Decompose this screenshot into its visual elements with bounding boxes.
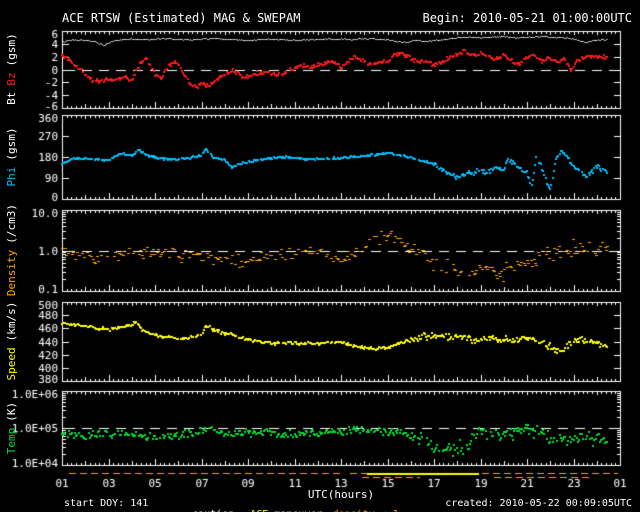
y-axis-label-temp: Temp (K) [5,353,19,503]
plot-canvas [0,0,640,512]
caution-legend: caution:ACE maneuverdensity < 1 [168,498,409,512]
begin-timestamp: Begin: 2010-05-21 01:00:00UTC [422,11,632,25]
page-title: ACE RTSW (Estimated) MAG & SWEPAM [62,11,301,25]
y-axis-label-speed-unit: (km/s) [5,301,18,342]
start-doy-label: start DOY: 141 [64,498,149,509]
y-axis-label-temp-unit: (K) [5,401,18,422]
created-timestamp: created: 2010-05-22 00:09:05UTC [445,498,632,509]
y-axis-label-temp-name: Temp [5,427,18,455]
ace-rtsw-plot: ACE RTSW (Estimated) MAG & SWEPAM Begin:… [0,0,640,512]
y-axis-label-phi-unit: (gsm) [5,127,18,161]
y-axis-label-density-unit: (/cm3) [5,203,18,244]
y-axis-label-mag-unit: (gsm) [5,33,18,67]
